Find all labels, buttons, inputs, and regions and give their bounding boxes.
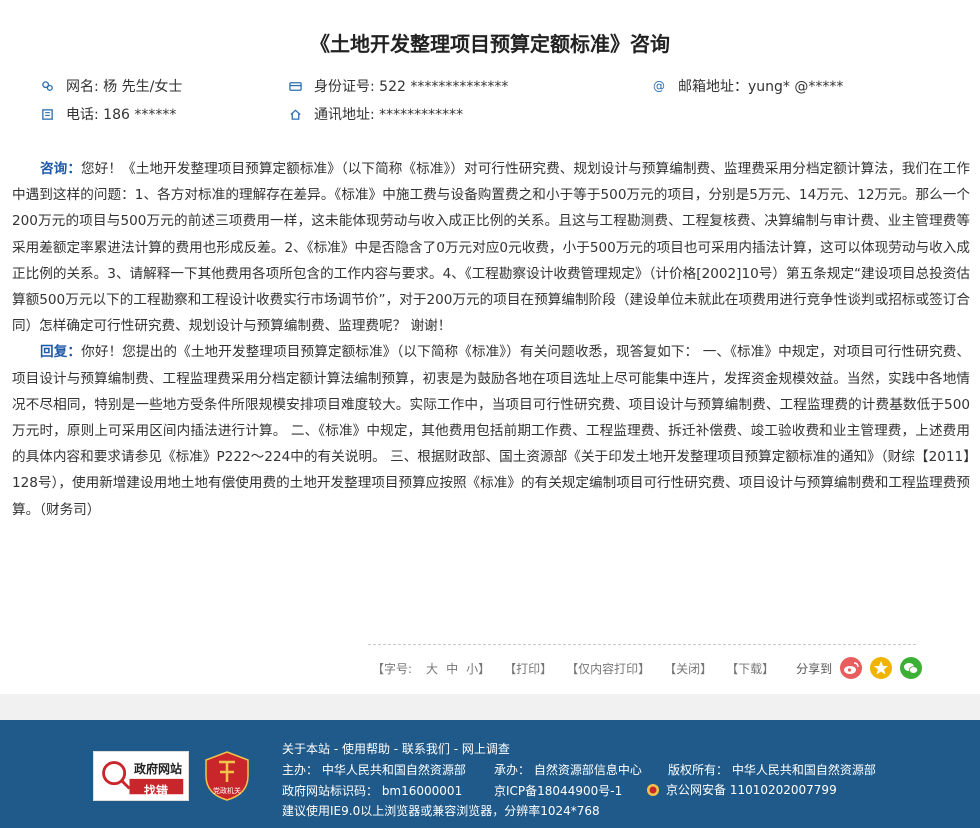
share-label: 分享到: [796, 661, 833, 676]
at-icon: @: [653, 79, 665, 93]
phone-icon: [40, 107, 54, 121]
font-size-label: 【字号:: [372, 661, 413, 676]
footer-browser: 建议使用IE9.0以上浏览器或兼容浏览器，分辨率1024*768: [282, 804, 600, 818]
id-card-icon: [288, 79, 302, 93]
answer-paragraph: 回复：你好！您提出的《土地开发整理项目预算定额标准》（以下简称《标准》）有关问题…: [12, 339, 970, 522]
answer-text: 你好！您提出的《土地开发整理项目预算定额标准》（以下简称《标准》）有关问题收悉，…: [12, 344, 971, 518]
page-title: 《土地开发整理项目预算定额标准》咨询: [310, 32, 670, 56]
weibo-icon[interactable]: [840, 657, 863, 679]
footer-undertake: 承办： 自然资源部信息中心: [494, 763, 642, 777]
footer-police: 京公网安备 11010202007799: [666, 783, 837, 797]
question-paragraph: 咨询：您好！《土地开发整理项目预算定额标准》（以下简称《标准》）对可行性研究费、…: [12, 156, 970, 339]
print-button[interactable]: 【打印】: [504, 660, 552, 677]
footer-host: 主办： 中华人民共和国自然资源部: [282, 763, 466, 777]
info-address: 通讯地址: ************: [288, 104, 463, 124]
badge1-top-text: 政府网站: [134, 762, 183, 776]
font-size-small[interactable]: 小】: [466, 660, 490, 677]
answer-label: 回复：: [40, 344, 82, 361]
print-content-button[interactable]: 【仅内容打印】: [566, 660, 650, 677]
wechat-icon[interactable]: [900, 657, 923, 679]
info-idcard: 身份证号: 522 **************: [288, 76, 508, 96]
police-badge-icon: [646, 783, 660, 797]
font-size-mid[interactable]: 中: [446, 660, 458, 677]
badge2-text: 党政机关: [213, 787, 241, 795]
article-tools: 【字号: 大 中 小】 【打印】 【仅内容打印】 【关闭】 【下载】 分享到: [372, 656, 923, 680]
footer-copyright: 版权所有： 中华人民共和国自然资源部: [668, 763, 876, 777]
info-phone: 电话: 186 ******: [40, 104, 176, 124]
site-footer: 政府网站 找错 党政机关 关于本站 - 使用帮助 - 联系我们 - 网上调查 主…: [0, 720, 980, 828]
font-size-big[interactable]: 大: [426, 660, 438, 677]
user-icon: [40, 79, 54, 93]
party-gov-badge[interactable]: 党政机关: [204, 750, 250, 802]
footer-links[interactable]: 关于本站 - 使用帮助 - 联系我们 - 网上调查: [282, 740, 510, 757]
info-email-text: 邮箱地址：yung* @*****: [678, 79, 844, 95]
question-label: 咨询：: [40, 161, 82, 177]
close-button[interactable]: 【关闭】: [664, 660, 712, 677]
footer-gap: [0, 694, 980, 720]
info-phone-text: 电话: 186 ******: [66, 107, 177, 123]
info-name: 网名: 杨 先生/女士: [40, 76, 182, 96]
star-icon[interactable]: [870, 657, 893, 679]
download-button[interactable]: 【下载】: [726, 660, 774, 677]
home-icon: [288, 107, 302, 121]
footer-police-row[interactable]: 京公网安备 11010202007799: [646, 781, 837, 798]
info-address-text: 通讯地址: ************: [314, 107, 464, 123]
gov-site-error-badge[interactable]: 政府网站 找错: [93, 751, 189, 801]
question-text: 您好！《土地开发整理项目预算定额标准》（以下简称《标准》）对可行性研究费、规划设…: [12, 161, 970, 335]
article-content: 咨询：您好！《土地开发整理项目预算定额标准》（以下简称《标准》）对可行性研究费、…: [12, 156, 970, 523]
badge1-bottom-text: 找错: [144, 784, 169, 798]
info-idcard-text: 身份证号: 522 **************: [314, 79, 509, 95]
footer-icp[interactable]: 京ICP备18044900号-1: [494, 782, 622, 799]
info-name-text: 网名: 杨 先生/女士: [66, 79, 183, 95]
tools-divider: [368, 644, 916, 645]
info-email: @ 邮箱地址：yung* @*****: [652, 76, 843, 96]
footer-site-id: 政府网站标识码： bm16000001: [282, 784, 463, 798]
